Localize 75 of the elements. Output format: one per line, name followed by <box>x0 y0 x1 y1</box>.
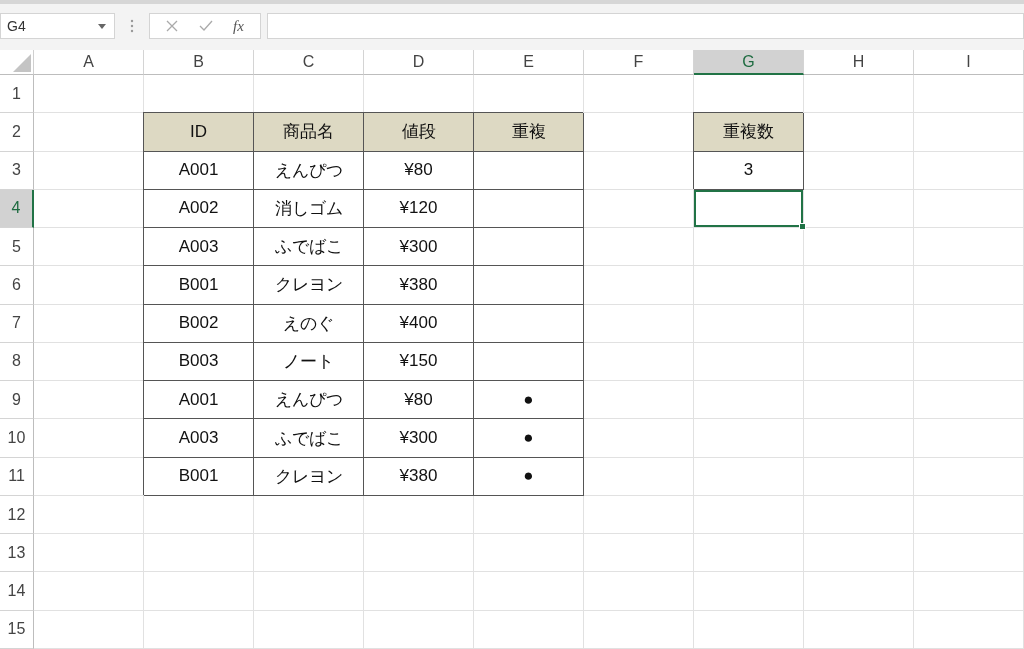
table-cell[interactable]: 3 <box>694 151 804 190</box>
column-header[interactable]: A <box>34 50 144 75</box>
table-cell[interactable]: ¥380 <box>364 457 474 496</box>
column-header[interactable]: F <box>584 50 694 75</box>
table-cell[interactable]: ノート <box>254 342 364 382</box>
row-header[interactable]: 7 <box>0 304 34 343</box>
row-header[interactable]: 15 <box>0 610 34 649</box>
column-header[interactable]: C <box>254 50 364 75</box>
table-cell[interactable]: ¥150 <box>364 342 474 382</box>
row-header[interactable]: 14 <box>0 572 34 611</box>
row-header[interactable]: 3 <box>0 151 34 190</box>
table-cell[interactable]: 消しゴム <box>254 189 364 229</box>
table-cell[interactable]: えんぴつ <box>254 151 364 190</box>
table-cell[interactable] <box>474 228 584 267</box>
caret-icon <box>98 23 106 29</box>
row-header[interactable]: 13 <box>0 534 34 573</box>
column-header[interactable]: H <box>804 50 914 75</box>
table-cell[interactable]: B001 <box>144 457 254 496</box>
table-cell[interactable]: ¥120 <box>364 189 474 229</box>
row-header[interactable]: 1 <box>0 75 34 114</box>
table-cell[interactable]: A002 <box>144 189 254 229</box>
column-header[interactable]: D <box>364 50 474 75</box>
checkmark-icon[interactable] <box>198 20 213 32</box>
header-cell[interactable]: ID <box>144 113 254 152</box>
table-cell[interactable]: クレヨン <box>254 266 364 305</box>
close-icon[interactable] <box>166 20 179 32</box>
column-header[interactable]: E <box>474 50 584 75</box>
header-cell[interactable]: 商品名 <box>254 113 364 152</box>
table-cell[interactable]: クレヨン <box>254 457 364 496</box>
row-header[interactable]: 5 <box>0 228 34 267</box>
table-cell[interactable]: ¥300 <box>364 228 474 267</box>
table-cell[interactable] <box>474 266 584 305</box>
table-cell[interactable]: A003 <box>144 228 254 267</box>
row-header[interactable]: 8 <box>0 342 34 382</box>
name-box[interactable]: G4 <box>0 13 115 39</box>
table-cell[interactable]: A003 <box>144 419 254 458</box>
column-header[interactable]: I <box>914 50 1024 75</box>
table-cell[interactable]: ¥80 <box>364 381 474 420</box>
more-icon <box>129 19 135 33</box>
row-header[interactable]: 2 <box>0 113 34 152</box>
row-header[interactable]: 11 <box>0 457 34 496</box>
table-cell[interactable]: ¥80 <box>364 151 474 190</box>
formula-input[interactable] <box>267 13 1024 39</box>
table-cell[interactable] <box>474 304 584 343</box>
header-cell[interactable]: 値段 <box>364 113 474 152</box>
table-cell[interactable]: ふでばこ <box>254 419 364 458</box>
table-cell[interactable]: ● <box>474 419 584 458</box>
table-cell[interactable]: えのぐ <box>254 304 364 343</box>
row-header[interactable]: 9 <box>0 381 34 420</box>
table-cell[interactable]: ¥380 <box>364 266 474 305</box>
table-cell[interactable] <box>474 151 584 190</box>
column-header[interactable]: G <box>694 50 804 75</box>
table-cell[interactable]: ¥300 <box>364 419 474 458</box>
table-cell[interactable]: えんぴつ <box>254 381 364 420</box>
row-header[interactable]: 6 <box>0 266 34 305</box>
insert-function-button[interactable]: fx <box>232 17 244 35</box>
table-cell[interactable]: A001 <box>144 381 254 420</box>
fill-handle[interactable] <box>799 223 806 231</box>
table-cell[interactable]: A001 <box>144 151 254 190</box>
table-cell[interactable] <box>474 189 584 229</box>
row-header[interactable]: 4 <box>0 189 34 229</box>
select-all-icon[interactable] <box>13 54 31 72</box>
row-header[interactable]: 12 <box>0 495 34 535</box>
table-cell[interactable]: ● <box>474 381 584 420</box>
table-cell[interactable] <box>474 342 584 382</box>
table-cell[interactable]: ¥400 <box>364 304 474 343</box>
table-cell[interactable]: B003 <box>144 342 254 382</box>
table-cell[interactable]: B002 <box>144 304 254 343</box>
table-cell[interactable]: ふでばこ <box>254 228 364 267</box>
header-cell[interactable]: 重複数 <box>694 113 804 152</box>
table-cell[interactable]: ● <box>474 457 584 496</box>
row-header[interactable]: 10 <box>0 419 34 458</box>
header-cell[interactable]: 重複 <box>474 113 584 152</box>
column-header[interactable]: B <box>144 50 254 75</box>
table-cell[interactable]: B001 <box>144 266 254 305</box>
